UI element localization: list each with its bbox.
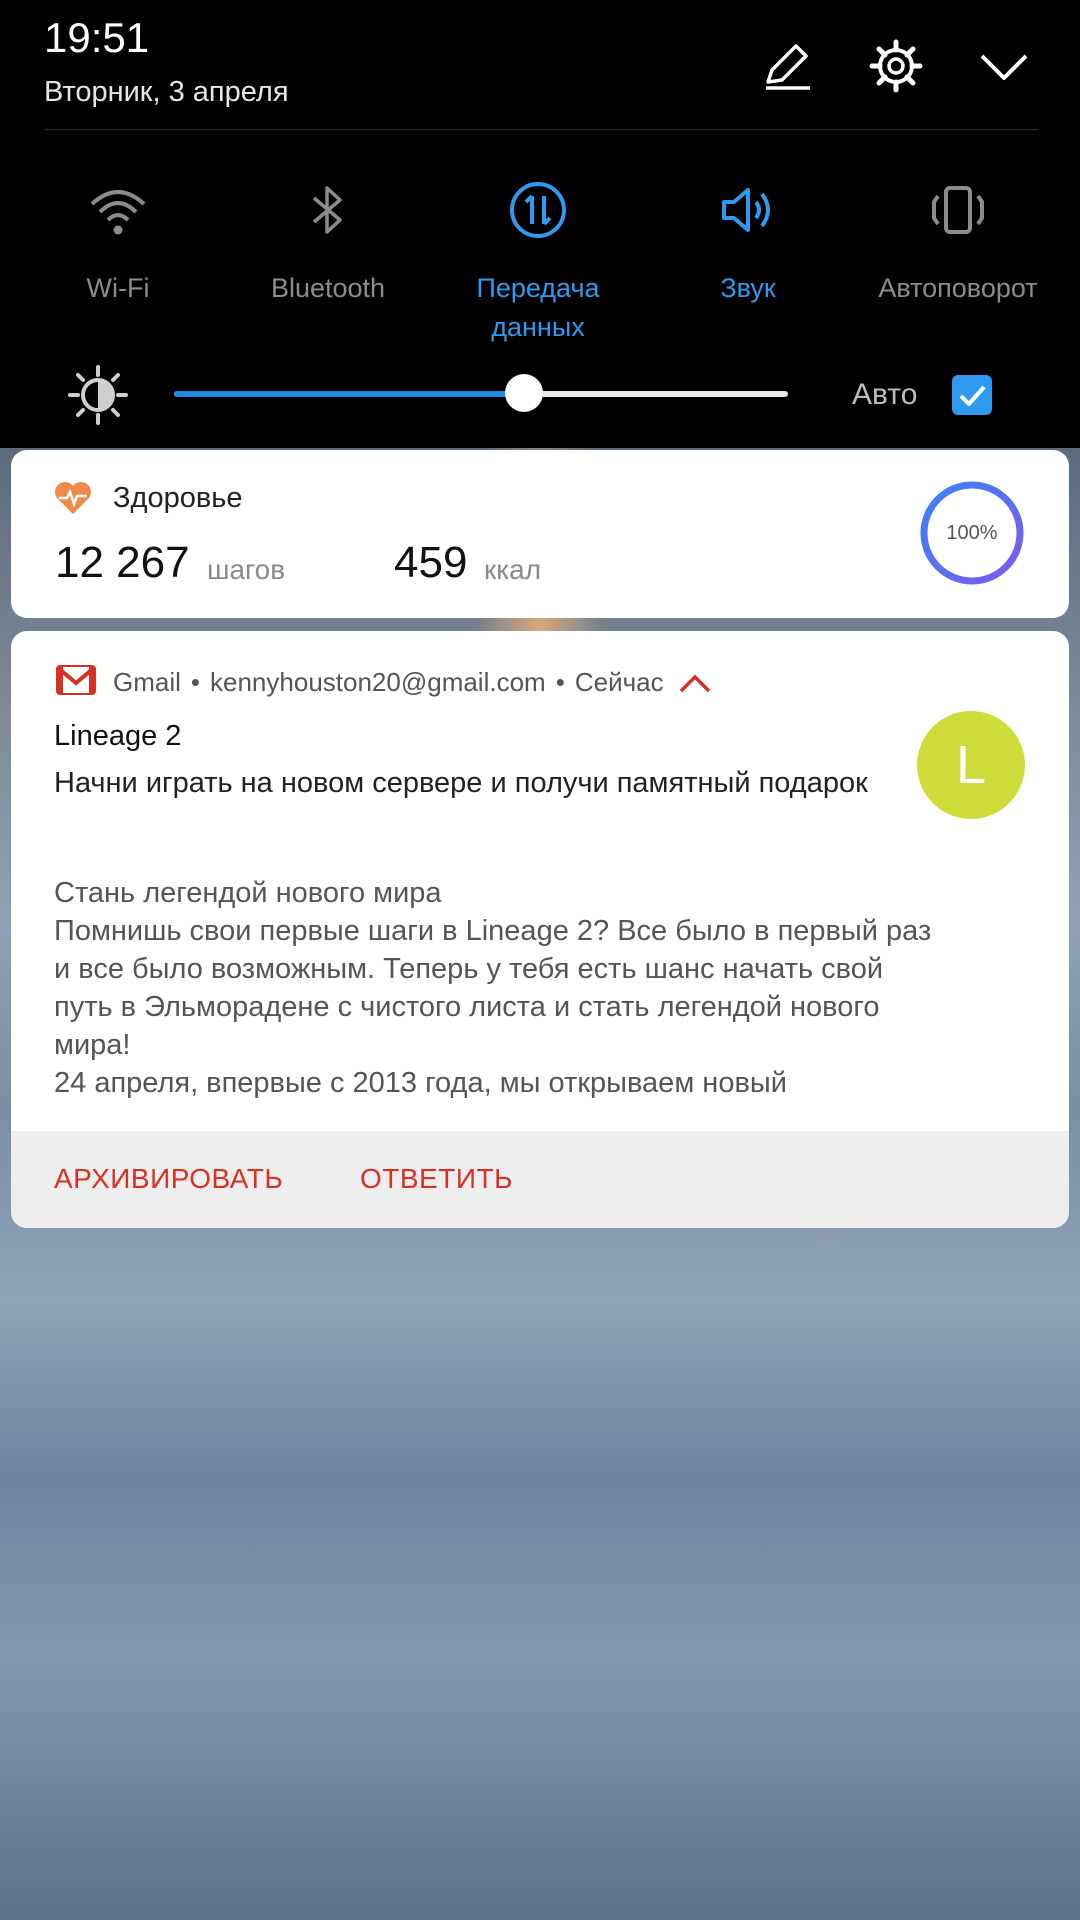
meta-separator: •: [190, 667, 201, 697]
auto-brightness-checkbox[interactable]: [952, 375, 992, 415]
reply-button[interactable]: ОТВЕТИТЬ: [360, 1163, 513, 1195]
tile-label: Bluetooth: [270, 273, 386, 303]
tile-wifi[interactable]: Wi-Fi: [18, 178, 218, 308]
collapse-chevron-up-icon[interactable]: [678, 673, 712, 695]
meta-separator: •: [555, 667, 565, 697]
tile-sound[interactable]: Звук: [648, 178, 848, 308]
tile-label: Автоповорот: [878, 273, 1038, 303]
steps-unit: шагов: [207, 554, 286, 585]
edit-icon[interactable]: [758, 38, 814, 94]
email-body-line: 24 апреля, впервые с 2013 года, мы откры…: [54, 1067, 787, 1099]
email-body: Стань легендой нового мира Помнишь свои …: [54, 874, 1044, 1102]
bluetooth-icon: [312, 186, 342, 234]
kcal-unit: ккал: [484, 554, 542, 585]
tile-label: Передача данных: [438, 269, 638, 347]
auto-brightness-label: Авто: [852, 378, 918, 411]
health-heart-icon: [55, 482, 91, 514]
email-subject: Lineage 2: [54, 720, 182, 752]
tile-label: Wi-Fi: [86, 273, 150, 303]
email-preview: Начни играть на новом сервере и получи п…: [54, 767, 868, 799]
kcal-value: 459: [394, 538, 468, 587]
email-body-line: и все было возможным. Теперь у тебя есть…: [54, 953, 884, 985]
brightness-slider-fill: [174, 391, 524, 397]
settings-gear-icon[interactable]: [868, 38, 924, 94]
notification-time: Сейчас: [574, 667, 664, 697]
sound-icon: [722, 188, 770, 232]
mobile-data-icon: [510, 182, 566, 238]
steps-value: 12 267: [55, 538, 190, 587]
notification-meta: Gmail • kennyhouston20@gmail.com • Сейчас: [113, 667, 712, 698]
gmail-notification[interactable]: Gmail • kennyhouston20@gmail.com • Сейчас Li…: [11, 631, 1069, 1228]
health-title: Здоровье: [113, 482, 243, 514]
date: Вторник, 3 апреля: [44, 76, 289, 108]
email-body-line: мира!: [54, 1029, 131, 1061]
health-card[interactable]: Здоровье 12 267 шагов 459 ккал 100%: [11, 450, 1069, 618]
tile-bluetooth[interactable]: Bluetooth: [228, 178, 428, 308]
header-divider: [44, 129, 1038, 130]
email-body-line: Стань легендой нового мира: [54, 877, 442, 909]
brightness-slider-thumb[interactable]: [504, 374, 543, 412]
brightness-slider[interactable]: [174, 374, 788, 412]
brightness-icon: [68, 365, 128, 425]
tile-label-line: Передача данных: [476, 273, 600, 342]
archive-button[interactable]: АРХИВИРОВАТЬ: [54, 1163, 283, 1195]
clock: 19:51: [44, 14, 150, 61]
wifi-icon: [90, 190, 146, 235]
progress-ring-text: 100%: [946, 522, 998, 544]
auto-rotate-icon: [932, 186, 984, 234]
email-body-line: Помнишь свои первые шаги в Lineage 2? Вс…: [54, 915, 932, 947]
email-body-line: путь в Эльморадене с чистого листа и ста…: [54, 991, 880, 1023]
sender-avatar: L: [917, 711, 1025, 819]
gmail-icon: [56, 665, 96, 695]
tile-mobile-data[interactable]: Передача данных: [438, 178, 638, 347]
notification-actions: АРХИВИРОВАТЬ ОТВЕТИТЬ: [11, 1131, 1069, 1228]
collapse-chevron-icon[interactable]: [976, 38, 1032, 94]
notification-shade: 19:51 Вторник, 3 апреля Wi-Fi Bluetooth …: [0, 0, 1080, 448]
account-email: kennyhouston20@gmail.com: [210, 667, 546, 697]
tile-label: Звук: [720, 273, 776, 303]
app-name: Gmail: [113, 667, 181, 697]
tile-auto-rotate[interactable]: Автоповорот: [858, 178, 1058, 308]
